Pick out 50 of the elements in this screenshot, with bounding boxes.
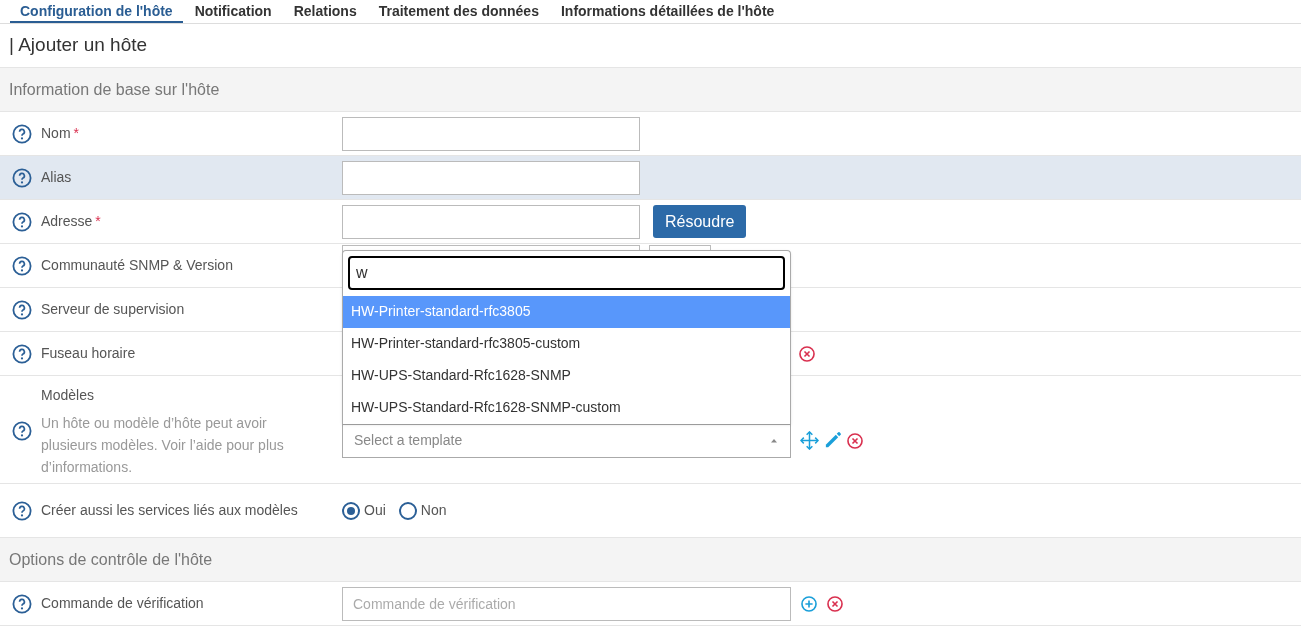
add-icon[interactable] xyxy=(800,595,818,613)
help-icon xyxy=(12,343,32,364)
edit-icon[interactable] xyxy=(823,431,842,450)
clear-icon[interactable] xyxy=(846,431,864,450)
help-icon xyxy=(12,167,32,188)
field-label: Fuseau horaire xyxy=(41,344,136,363)
move-icon[interactable] xyxy=(800,431,819,450)
command-field[interactable]: Commande de vérification xyxy=(342,587,791,621)
field-description: Un hôte ou modèle d’hôte peut avoir plusieurs modèles. Voir l’aide pour plus d’informations. xyxy=(41,413,285,477)
page-title: | Ajouter un hôte xyxy=(9,33,148,58)
text-field[interactable] xyxy=(342,160,640,195)
resolve-button[interactable]: Résoudre xyxy=(653,205,747,238)
tab[interactable]: Notification xyxy=(184,0,282,23)
tab[interactable]: Relations xyxy=(283,0,367,23)
help-icon xyxy=(12,299,32,320)
search-field[interactable]: w xyxy=(348,255,785,290)
clear-icon[interactable] xyxy=(826,595,844,613)
section-title: Options de contrôle de l'hôte xyxy=(9,549,213,570)
tab[interactable]: Traitement des données xyxy=(368,0,549,23)
text-field[interactable] xyxy=(342,116,640,151)
field-label: Serveur de supervision xyxy=(41,300,185,319)
tab[interactable]: Configuration de l'hôte xyxy=(10,0,183,23)
tab[interactable]: Informations détaillées de l'hôte xyxy=(550,0,785,23)
dropdown-option[interactable]: HW-UPS-Standard-Rfc1628-SNMP xyxy=(343,359,790,392)
field-label: Créer aussi les services liés aux modèles xyxy=(41,501,298,520)
field-label: Alias xyxy=(41,168,72,187)
section-title: Information de base sur l'hôte xyxy=(9,79,220,100)
dropdown-option[interactable]: HW-UPS-Standard-Rfc1628-SNMP-custom xyxy=(343,391,790,424)
radio-button[interactable] xyxy=(342,501,360,520)
required-mark: * xyxy=(73,124,79,143)
field-label: Commande de vérification xyxy=(41,594,204,613)
field-label: Modèles xyxy=(41,385,95,405)
select-placeholder: Select a template xyxy=(354,431,463,450)
field-label: Adresse xyxy=(41,212,93,231)
help-icon xyxy=(12,500,32,521)
radio-option[interactable]: Non xyxy=(398,500,447,521)
template-select[interactable]: Select a template xyxy=(342,423,791,458)
help-icon xyxy=(12,420,32,441)
text-field[interactable] xyxy=(342,204,640,239)
radio-option[interactable]: Oui xyxy=(342,500,386,521)
help-icon xyxy=(12,123,32,144)
clear-icon[interactable] xyxy=(798,344,816,363)
field-label: Communauté SNMP & Version xyxy=(41,256,233,275)
help-icon xyxy=(12,211,32,232)
radio-button[interactable] xyxy=(398,501,417,520)
help-icon xyxy=(12,593,32,614)
field-label: Nom xyxy=(41,124,71,143)
required-mark: * xyxy=(95,212,101,231)
dropdown-option[interactable]: HW-Printer-standard-rfc3805-custom xyxy=(343,327,790,360)
help-icon xyxy=(12,255,32,276)
